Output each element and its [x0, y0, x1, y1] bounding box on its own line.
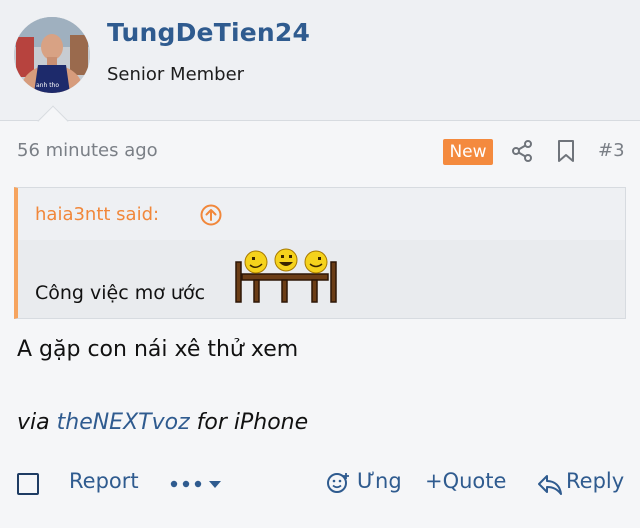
post-time[interactable]: 56 minutes ago [17, 140, 158, 161]
new-badge: New [443, 139, 493, 165]
react-smile-icon[interactable] [326, 471, 350, 495]
report-button[interactable]: Report [69, 469, 139, 493]
reply-arrow-icon[interactable] [537, 472, 563, 496]
header-caret [37, 105, 69, 137]
bookmark-icon[interactable] [555, 139, 577, 163]
username-link[interactable]: TungDeTien24 [107, 18, 310, 47]
via-suffix: for iPhone [196, 410, 309, 435]
quote-author-link[interactable]: haia3ntt said: [35, 204, 159, 225]
app-link[interactable]: theNEXTvoz [57, 410, 190, 435]
avatar-image: anh tho [14, 17, 90, 93]
post-actions-bar: Report Ưng +Quote Reply [0, 460, 640, 510]
post-number-link[interactable]: #3 [598, 140, 625, 161]
table-smileys-icon [235, 248, 337, 303]
reply-button[interactable]: Reply [566, 469, 624, 493]
select-checkbox[interactable] [17, 473, 39, 495]
quote-block: haia3ntt said: Công việc mơ ước [14, 187, 626, 319]
post-message: A gặp con nái xê thử xem [17, 337, 299, 362]
more-options-icon[interactable] [169, 472, 227, 496]
quote-button[interactable]: +Quote [425, 469, 506, 493]
user-title: Senior Member [107, 64, 245, 85]
via-prefix: via [17, 410, 50, 435]
quote-text: Công việc mơ ước [35, 282, 206, 304]
arrow-up-circle-icon[interactable] [200, 204, 222, 226]
react-button[interactable]: Ưng [357, 469, 402, 493]
post-user-header: anh tho TungDeTien24 Senior Member [0, 0, 640, 137]
svg-text:anh tho: anh tho [36, 82, 59, 89]
via-signature: via theNEXTvoz for iPhone [17, 410, 308, 435]
share-icon[interactable] [510, 139, 534, 163]
user-avatar[interactable]: anh tho [14, 17, 90, 93]
